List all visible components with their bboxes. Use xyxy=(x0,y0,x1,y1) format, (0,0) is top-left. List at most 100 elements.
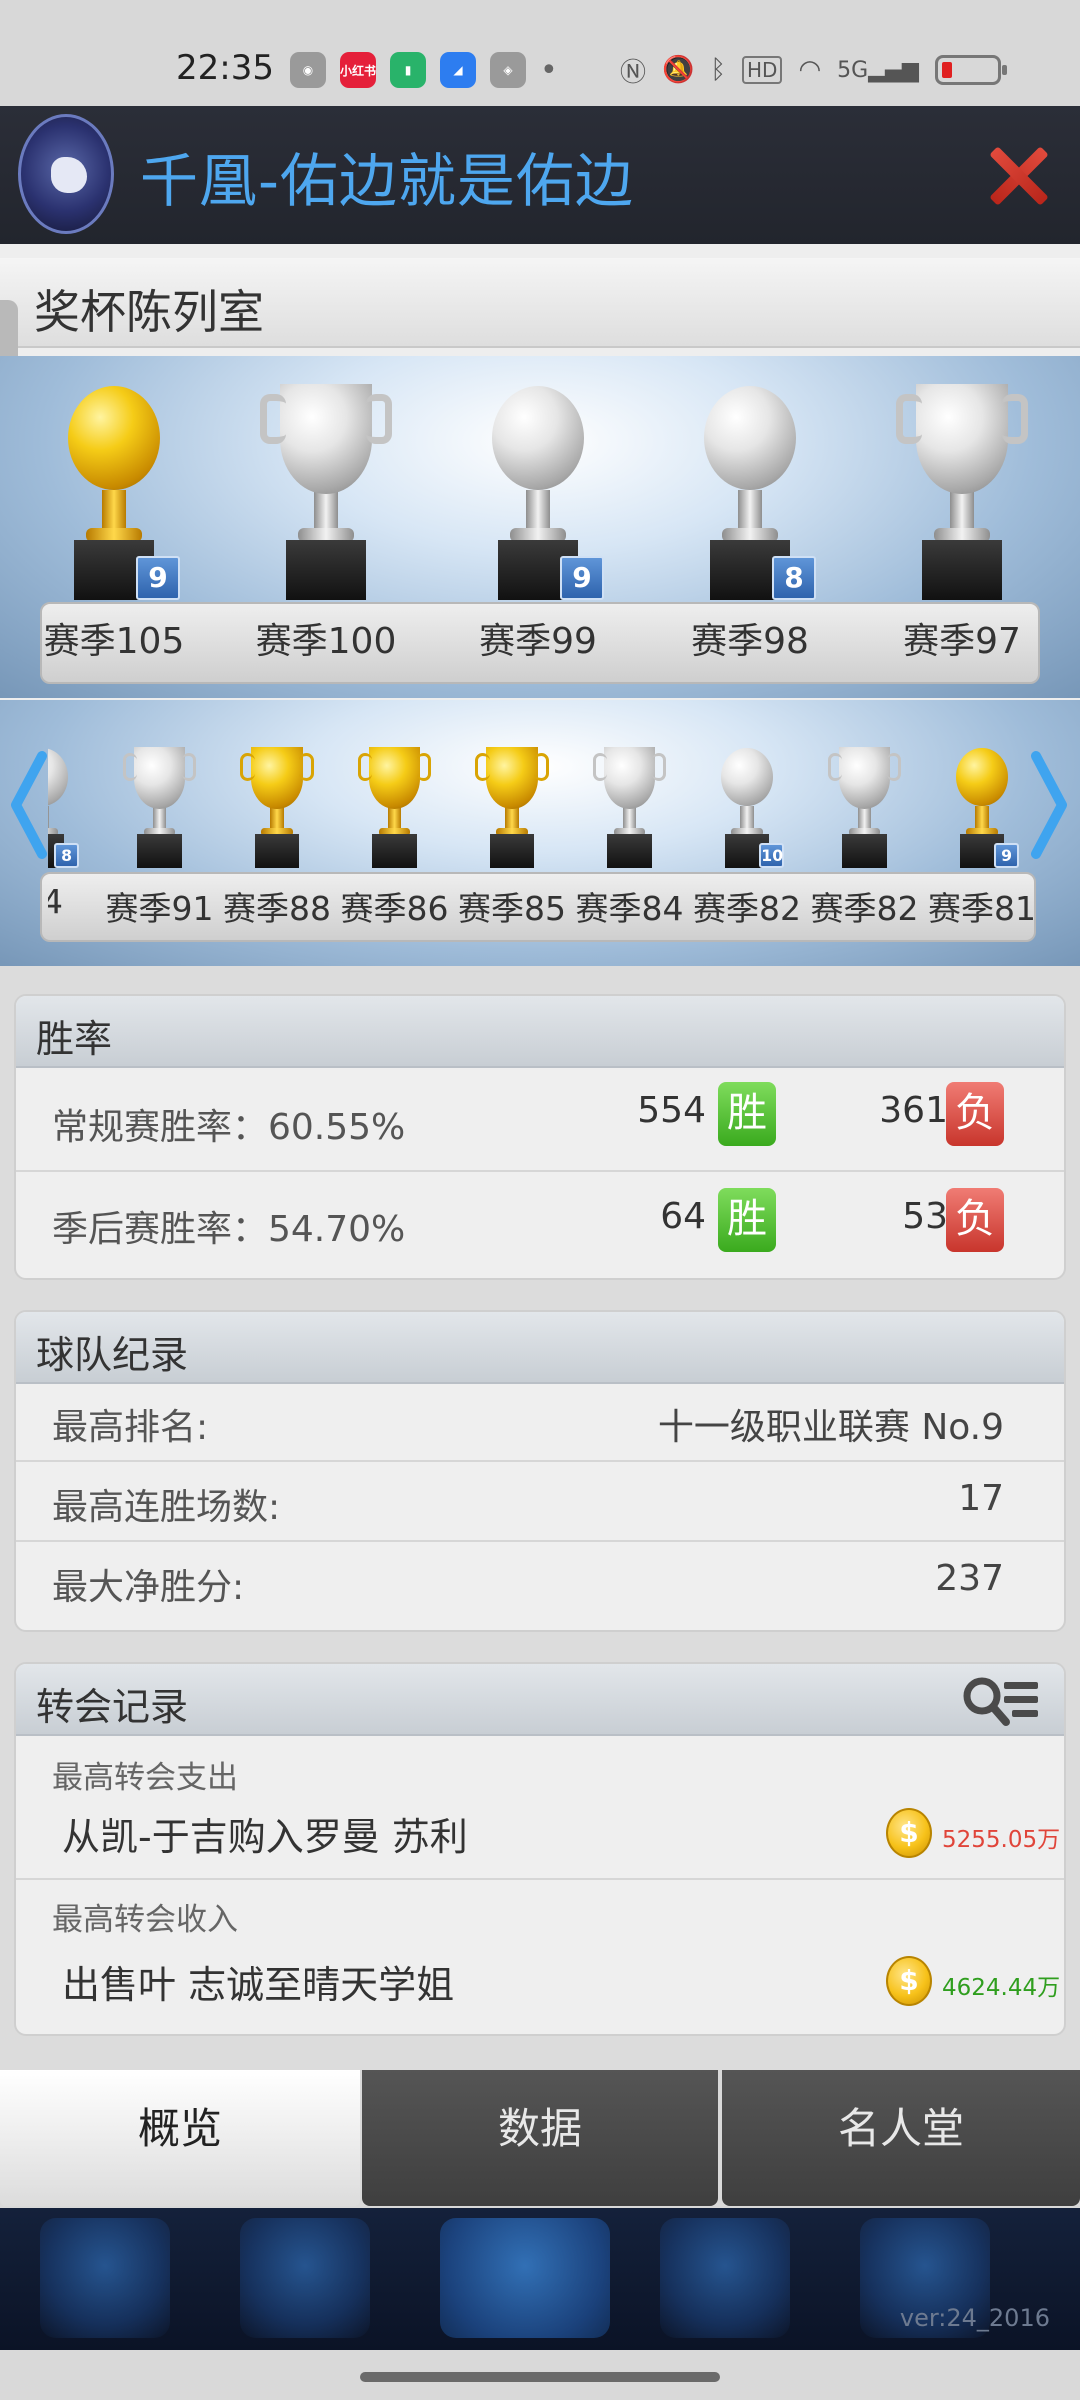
silver-ball-trophy[interactable]: 8 xyxy=(690,380,816,600)
trophy-count-badge: 9 xyxy=(560,556,604,600)
bottom-tab-bar: 概览 数据 名人堂 xyxy=(0,2070,1080,2208)
search-list-icon[interactable] xyxy=(960,1674,1042,1730)
mute-icon: 🔕 xyxy=(662,55,695,85)
team-record-title: 球队纪录 xyxy=(36,1333,189,1377)
close-button[interactable] xyxy=(985,142,1051,208)
transfer-expense-amount: 5255.05万 xyxy=(942,1827,1061,1853)
win-tag: 胜 xyxy=(718,1188,776,1252)
version-label: ver:24_2016 xyxy=(899,2304,1050,2332)
carousel-season-label: 赛季88 xyxy=(223,889,331,928)
carousel-season-label: 赛季85 xyxy=(458,889,566,928)
carousel-season-label: 赛季81 xyxy=(928,889,1036,928)
win-rate-title: 胜率 xyxy=(36,1017,113,1061)
wifi-icon: ◠ xyxy=(798,55,822,85)
silver-ball-trophy[interactable]: 9 xyxy=(478,380,604,600)
regular-wins-count: 554 xyxy=(637,1090,706,1131)
silver-cup-trophy[interactable] xyxy=(260,380,392,600)
player-header: 千凰-佑边就是佑边 xyxy=(0,106,1080,244)
tab-overview[interactable]: 概览 xyxy=(0,2070,360,2206)
team-record-header: 球队纪录 xyxy=(16,1312,1064,1384)
team-record-card: 球队纪录 最高排名: 十一级职业联赛 No.9 最高连胜场数: 17 最大净胜分… xyxy=(14,1310,1066,1632)
carousel-next-arrow[interactable] xyxy=(1030,750,1070,860)
regular-losses-count: 361 xyxy=(879,1090,948,1131)
win-tag: 胜 xyxy=(718,1082,776,1146)
notification-dot: • xyxy=(540,52,558,88)
highest-rank-value: 十一级职业联赛 No.9 xyxy=(657,1407,1004,1448)
menu-icon[interactable] xyxy=(440,2218,610,2338)
playoff-losses-count: 53 xyxy=(902,1196,948,1237)
transfer-record-card: 转会记录 最高转会支出 从凯-于吉购入罗曼 苏利 $ 5255.05万 最高转会… xyxy=(14,1662,1066,2036)
record-row: 最大净胜分: 237 xyxy=(16,1542,1064,1628)
signal-icon: 5G▂▄▆ xyxy=(837,57,919,83)
carousel-prev-arrow[interactable] xyxy=(8,750,48,860)
coin-icon: $ xyxy=(886,1808,932,1858)
gold-cup-trophy[interactable] xyxy=(240,745,314,868)
featured-season-label: 赛季100 xyxy=(255,621,397,662)
transfer-record-header: 转会记录 xyxy=(16,1664,1064,1736)
menu-icon[interactable] xyxy=(660,2218,790,2338)
featured-season-label: 赛季99 xyxy=(479,621,597,662)
transfer-expense-label: 最高转会支出 xyxy=(52,1760,238,1796)
silver-cup-trophy[interactable] xyxy=(827,745,902,868)
coin-icon: $ xyxy=(886,1956,932,2006)
silver-ball-trophy[interactable]: 10 xyxy=(713,745,784,868)
carousel-season-label: 赛季82 xyxy=(693,889,801,928)
gold-ball-trophy[interactable]: 9 xyxy=(54,380,180,600)
carousel-season-label: 赛季84 xyxy=(575,889,684,928)
transfer-income-row: 最高转会收入 出售叶 志诚至晴天学姐 $ 4624.44万 xyxy=(16,1880,1064,2034)
transfer-income-detail: 出售叶 志诚至晴天学姐 xyxy=(62,1963,455,2007)
gold-cup-trophy[interactable] xyxy=(357,745,432,868)
nfc-icon: Ⓝ xyxy=(620,57,647,88)
status-system-icons: Ⓝ 🔕 ᛒ HD ◠ 5G▂▄▆ xyxy=(620,52,1007,88)
win-rate-header: 胜率 xyxy=(16,996,1064,1068)
trophy-count-badge: 8 xyxy=(54,843,79,868)
regular-season-rate: 常规赛胜率：60.55% xyxy=(52,1107,406,1148)
regular-season-row: 常规赛胜率：60.55% 554 胜 361 负 xyxy=(16,1068,1064,1172)
transfer-income-amount: 4624.44万 xyxy=(942,1975,1061,2001)
team-logo xyxy=(18,114,114,234)
trophy-count-badge: 9 xyxy=(136,556,180,600)
transfer-income-label: 最高转会收入 xyxy=(52,1902,238,1938)
network-type-label: 5G xyxy=(837,57,869,83)
featured-season-label: 赛季97 xyxy=(903,621,1021,662)
wechat-icon: ◉ xyxy=(290,52,326,88)
carousel-season-label: 赛季82 xyxy=(810,889,919,928)
blue-app-icon: ◢ xyxy=(440,52,476,88)
loss-tag: 负 xyxy=(946,1188,1004,1252)
silver-cup-trophy[interactable] xyxy=(592,745,667,868)
tab-hall-of-fame[interactable]: 名人堂 xyxy=(722,2070,1080,2206)
win-rate-card: 胜率 常规赛胜率：60.55% 554 胜 361 负 季后赛胜率：54.70%… xyxy=(14,994,1066,1280)
trophy-count-badge: 8 xyxy=(772,556,816,600)
win-streak-label: 最高连胜场数: xyxy=(52,1487,281,1528)
status-bar: 22:35 ◉ 小红书 ▮ ◢ ◈ • Ⓝ 🔕 ᛒ HD ◠ 5G▂▄▆ xyxy=(0,0,1080,106)
bluetooth-icon: ᛒ xyxy=(710,55,726,85)
playoff-row: 季后赛胜率：54.70% 64 胜 53 负 xyxy=(16,1172,1064,1278)
max-point-diff-value: 237 xyxy=(935,1558,1004,1599)
transfer-expense-detail: 从凯-于吉购入罗曼 苏利 xyxy=(62,1815,468,1859)
gold-cup-trophy[interactable] xyxy=(475,745,549,868)
carousel-season-label: 赛季91 xyxy=(105,889,214,928)
transfer-expense-row: 最高转会支出 从凯-于吉购入罗曼 苏利 $ 5255.05万 xyxy=(16,1736,1064,1880)
silver-cup-trophy[interactable] xyxy=(896,380,1028,600)
home-gesture-bar[interactable] xyxy=(360,2372,720,2382)
playoff-rate: 季后赛胜率：54.70% xyxy=(52,1209,406,1250)
silver-cup-trophy[interactable] xyxy=(122,745,197,868)
menu-icon[interactable] xyxy=(40,2218,170,2338)
trophy-room-title: 奖杯陈列室 xyxy=(34,285,264,339)
battery-app-icon: ▮ xyxy=(390,52,426,88)
trophy-room-header: 奖杯陈列室 xyxy=(0,258,1080,348)
system-nav-bar xyxy=(0,2350,1080,2400)
record-row: 最高排名: 十一级职业联赛 No.9 xyxy=(16,1384,1064,1462)
gold-ball-trophy[interactable]: 9 xyxy=(948,745,1019,868)
highest-rank-label: 最高排名: xyxy=(52,1407,209,1448)
tab-data[interactable]: 数据 xyxy=(362,2070,718,2206)
featured-season-label: 赛季105 xyxy=(43,621,185,662)
loss-tag: 负 xyxy=(946,1082,1004,1146)
featured-season-label: 赛季98 xyxy=(691,621,809,662)
trophy-count-badge: 10 xyxy=(759,843,784,868)
menu-icon[interactable] xyxy=(240,2218,370,2338)
status-time: 22:35 xyxy=(176,48,274,88)
team-name-title: 千凰-佑边就是佑边 xyxy=(140,147,634,215)
status-app-icons: ◉ 小红书 ▮ ◢ ◈ • xyxy=(290,50,558,90)
playoff-wins-count: 64 xyxy=(660,1196,706,1237)
